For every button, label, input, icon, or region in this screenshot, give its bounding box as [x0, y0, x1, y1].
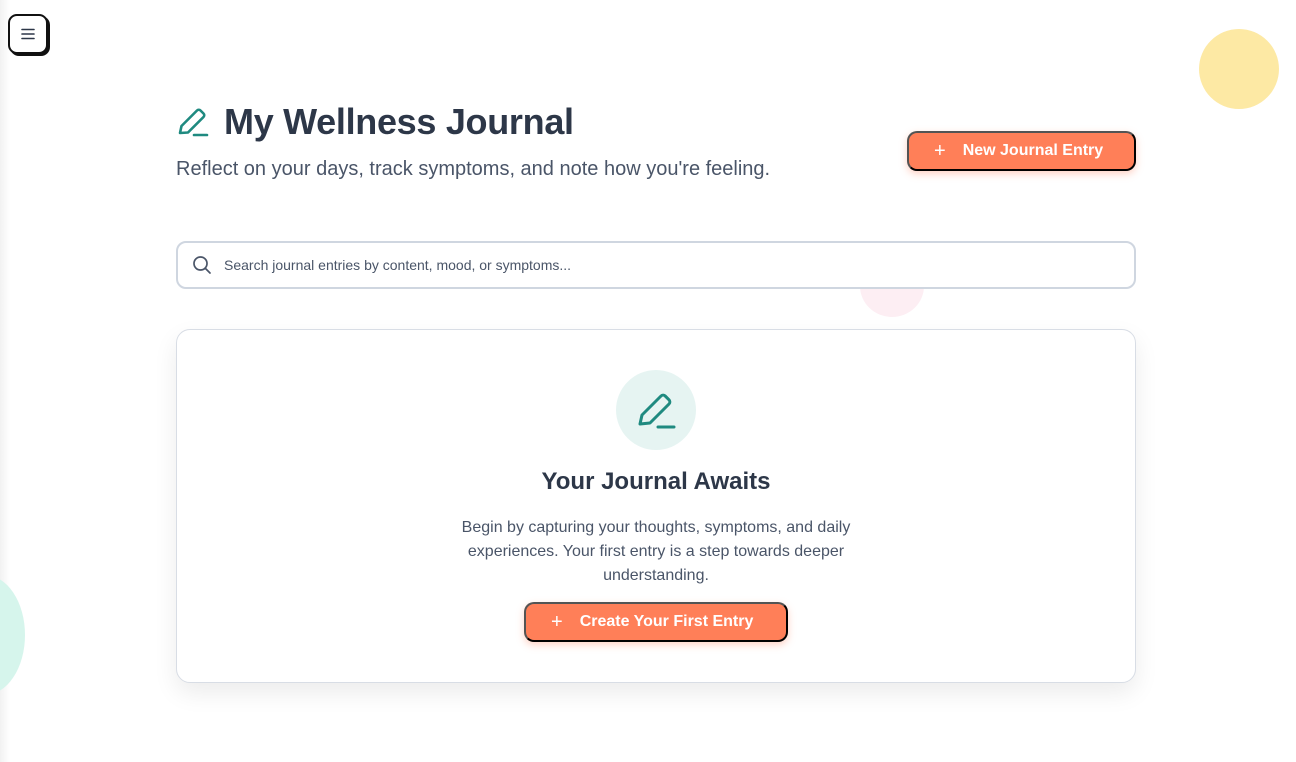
menu-button[interactable]	[8, 14, 48, 54]
empty-state-description: Begin by capturing your thoughts, sympto…	[461, 519, 851, 584]
new-journal-entry-button[interactable]: + New Journal Entry	[907, 131, 1136, 171]
plus-icon: +	[551, 611, 563, 633]
empty-state-icon-badge	[616, 370, 696, 450]
empty-state-title: Your Journal Awaits	[541, 468, 771, 495]
decorative-circle-mint	[0, 575, 25, 695]
page-header: My Wellness Journal	[176, 100, 574, 144]
plus-icon: +	[934, 140, 946, 162]
decorative-circle-yellow	[1199, 29, 1279, 109]
create-first-entry-label: Create Your First Entry	[579, 613, 754, 630]
page-title: My Wellness Journal	[224, 101, 574, 142]
search-bar	[176, 241, 1136, 289]
search-input[interactable]	[224, 257, 1104, 273]
page: My Wellness Journal Reflect on your days…	[0, 0, 1296, 762]
create-first-entry-button[interactable]: + Create Your First Entry	[524, 602, 788, 642]
menu-icon	[21, 28, 35, 40]
search-icon	[193, 256, 211, 274]
new-journal-entry-label: New Journal Entry	[962, 142, 1104, 159]
pen-icon	[178, 108, 209, 137]
pen-icon	[638, 393, 676, 429]
page-subtitle: Reflect on your days, track symptoms, an…	[176, 158, 771, 180]
